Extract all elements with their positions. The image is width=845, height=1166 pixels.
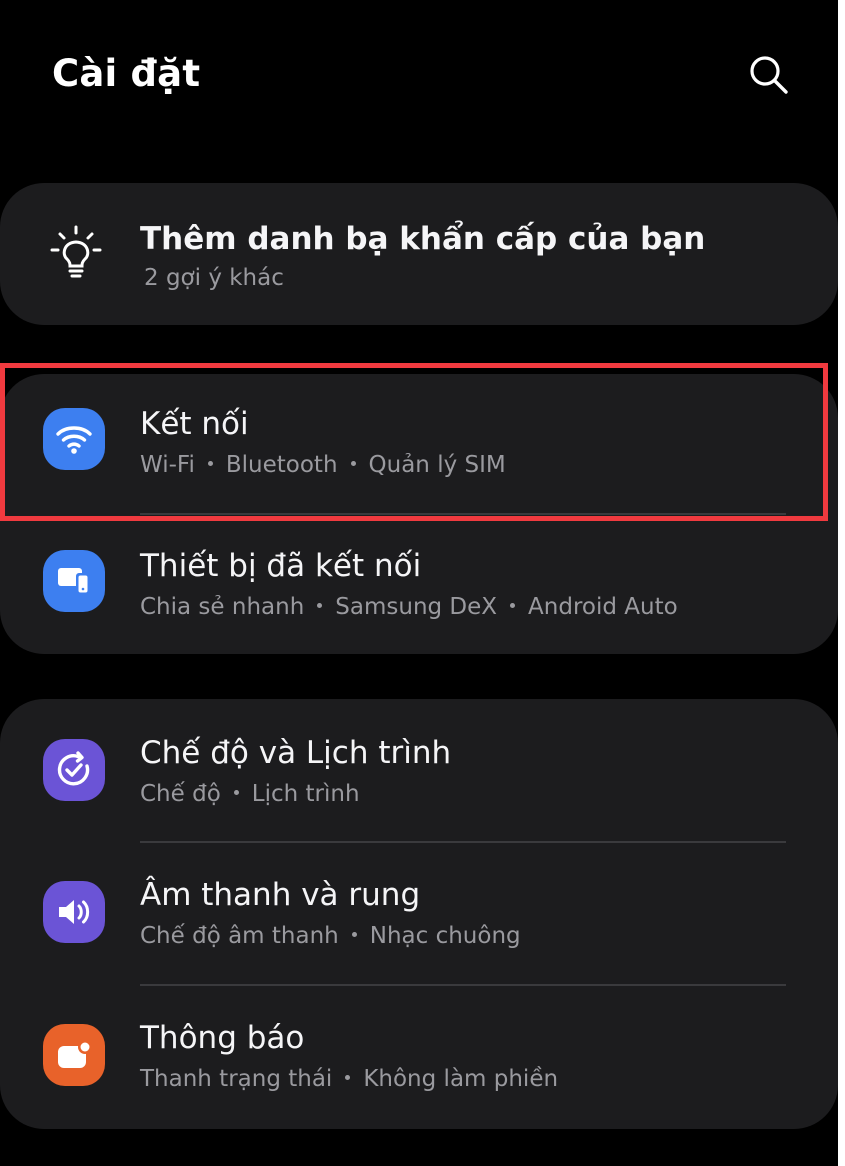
settings-item-subtitle: Chế độ âm thanh Nhạc chuông — [140, 921, 521, 951]
subtitle-part: Chế độ âm thanh — [140, 923, 339, 949]
settings-item-icon-box — [43, 550, 105, 612]
modes-check-icon — [57, 751, 90, 786]
subtitle-part: Android Auto — [528, 594, 678, 620]
highlight-box — [0, 363, 828, 521]
separator-dot — [317, 603, 323, 608]
settings-item-icon-box — [43, 1024, 105, 1086]
settings-screen: Cài đặt Thêm danh bạ khẩn cấp của bạn 2 … — [0, 0, 838, 1166]
emergency-contact-suggestion-card[interactable]: Thêm danh bạ khẩn cấp của bạn 2 gợi ý kh… — [0, 183, 838, 325]
subtitle-part: Samsung DeX — [335, 594, 498, 620]
settings-item-icon-box — [43, 739, 105, 801]
notification-icon — [58, 1040, 92, 1068]
connected-devices-icon — [58, 568, 90, 595]
subtitle-part: Chia sẻ nhanh — [140, 594, 305, 620]
speaker-icon — [59, 900, 90, 924]
settings-item-title: Chế độ và Lịch trình — [140, 735, 452, 771]
settings-item-title: Thông báo — [140, 1020, 305, 1056]
subtitle-part: Nhạc chuông — [369, 923, 521, 949]
suggestion-subtitle: 2 gợi ý khác — [144, 265, 284, 291]
separator-dot — [510, 603, 516, 608]
settings-item-icon-box — [43, 881, 105, 943]
subtitle-part: Không làm phiền — [363, 1066, 559, 1092]
subtitle-part: Thanh trạng thái — [140, 1066, 333, 1092]
subtitle-part: Chế độ — [140, 781, 221, 807]
settings-item-subtitle: Chế độ Lịch trình — [140, 779, 360, 809]
separator-dot — [351, 932, 357, 937]
search-button[interactable] — [746, 52, 790, 96]
settings-item-subtitle: Thanh trạng thái Không làm phiền — [140, 1064, 558, 1094]
suggestion-title: Thêm danh bạ khẩn cấp của bạn — [140, 221, 706, 257]
system-settings-card: Chế độ và Lịch trình Chế độ Lịch trình Âm… — [0, 699, 838, 1129]
separator-dot — [345, 1075, 351, 1080]
settings-item-title: Âm thanh và rung — [140, 877, 421, 913]
settings-item-sound-vibration[interactable]: Âm thanh và rung Chế độ âm thanh Nhạc chu… — [0, 843, 838, 983]
settings-item-subtitle: Chia sẻ nhanh Samsung DeX Android Auto — [140, 592, 678, 622]
search-icon[interactable] — [746, 52, 790, 96]
subtitle-part: Lịch trình — [251, 781, 360, 807]
settings-item-connected-devices[interactable]: Thiết bị đã kết nối Chia sẻ nhanh Samsung… — [0, 516, 838, 656]
settings-item-notifications[interactable]: Thông báo Thanh trạng thái Không làm phiề… — [0, 986, 838, 1126]
lightbulb-icon — [50, 225, 102, 278]
screenshot-edge — [838, 0, 845, 1166]
settings-item-title: Thiết bị đã kết nối — [140, 548, 422, 584]
settings-item-modes-routines[interactable]: Chế độ và Lịch trình Chế độ Lịch trình — [0, 699, 838, 839]
separator-dot — [233, 790, 239, 795]
page-title: Cài đặt — [52, 52, 201, 95]
